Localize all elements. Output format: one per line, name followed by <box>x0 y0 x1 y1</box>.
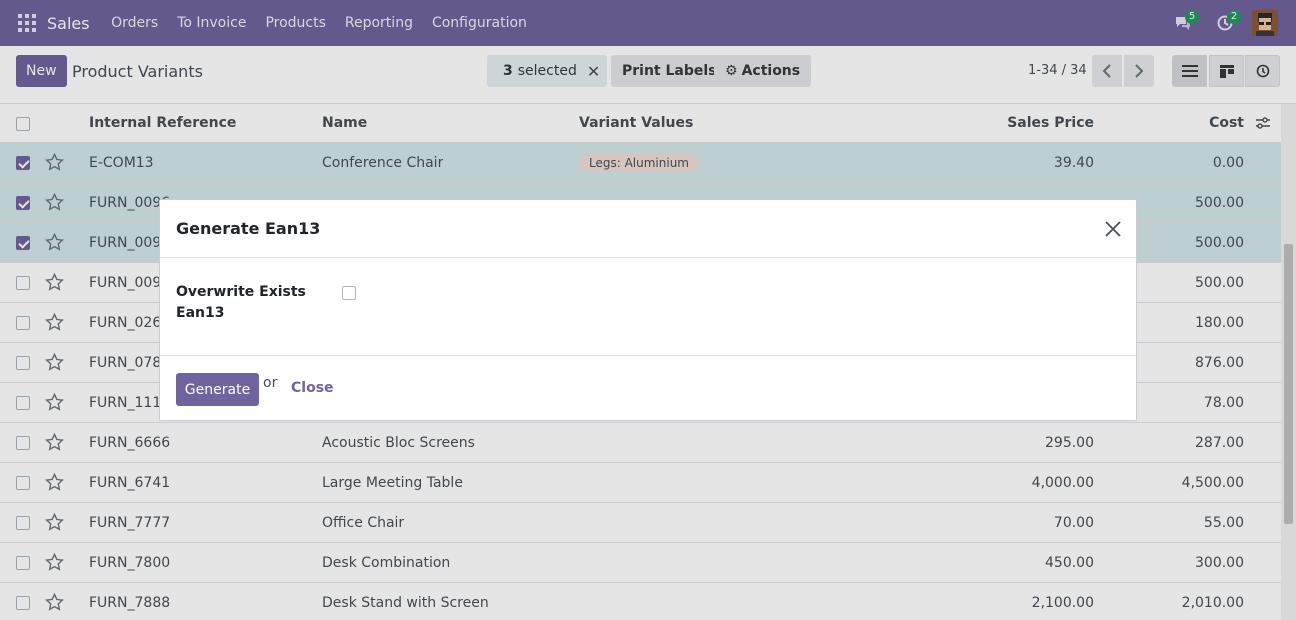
close-button[interactable]: Close <box>291 380 334 396</box>
overwrite-ean13-checkbox[interactable] <box>342 286 356 300</box>
generate-ean13-dialog: Generate Ean13 Overwrite Exists Ean13 Ge… <box>159 199 1137 421</box>
dialog-footer-divider <box>160 355 1136 356</box>
or-text: or <box>263 375 278 391</box>
dialog-header-divider <box>160 257 1136 258</box>
generate-button[interactable]: Generate <box>176 373 259 406</box>
overwrite-ean13-label: Overwrite Exists Ean13 <box>176 284 306 321</box>
dialog-title: Generate Ean13 <box>176 219 321 238</box>
close-icon[interactable] <box>1102 218 1124 240</box>
